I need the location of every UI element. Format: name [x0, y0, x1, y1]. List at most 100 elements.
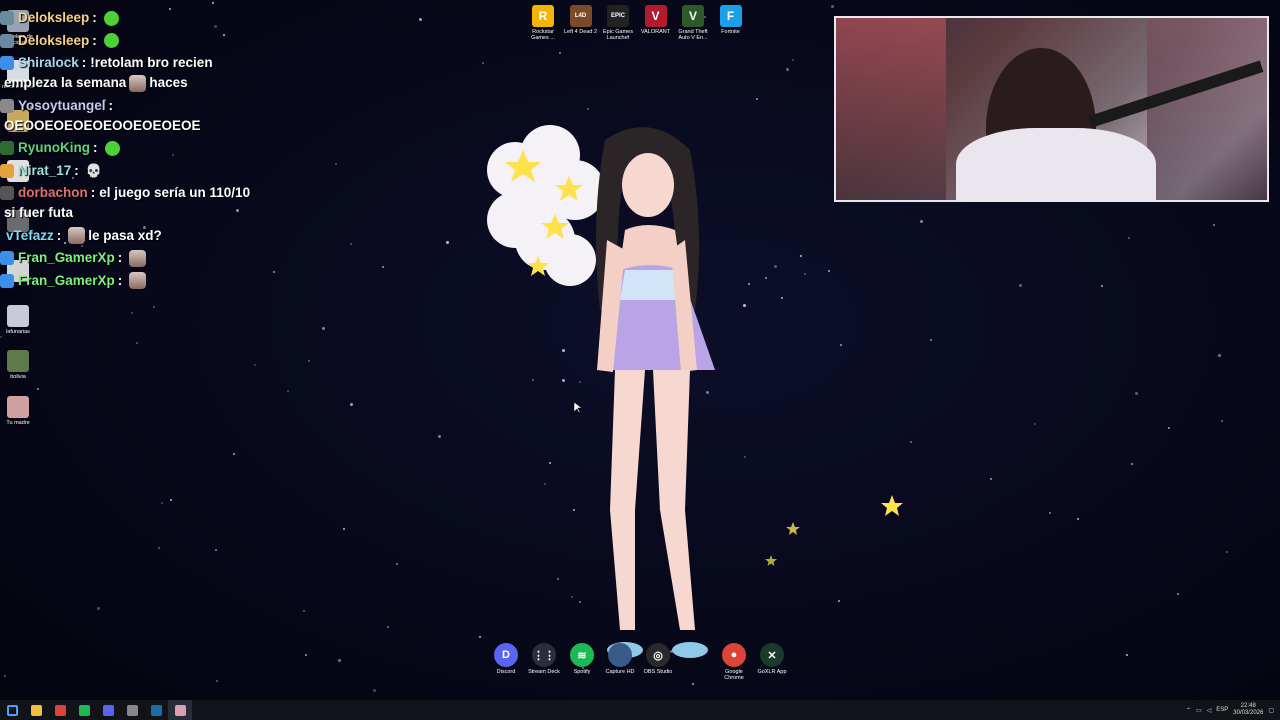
yellow-star-icon: [881, 495, 903, 516]
spotify-icon: ≋: [570, 643, 594, 667]
chat-separator: :: [81, 55, 87, 70]
webcam-feed: [834, 16, 1269, 202]
chat-separator: :: [74, 162, 79, 178]
dock-item-label: GoXLR App: [757, 669, 787, 675]
star-dot: [0, 336, 2, 338]
star-dot: [382, 266, 384, 268]
taskbar-button[interactable]: [48, 700, 72, 720]
dock-item[interactable]: ⋮⋮ Stream Deck: [526, 640, 562, 681]
star-dot: [1218, 354, 1221, 357]
desktop-icon-label: Fortnite: [721, 29, 740, 35]
dock-item[interactable]: D Discord: [488, 640, 524, 681]
taskbar-button[interactable]: [72, 700, 96, 720]
star-dot: [419, 18, 422, 21]
taskbar-button[interactable]: [168, 700, 192, 720]
anime-character-wallpaper: [487, 125, 715, 658]
chat-username: Fran_GamerXp: [18, 272, 115, 288]
dock-item[interactable]: ◎ OBS Studio: [640, 640, 676, 681]
gta-icon: V: [682, 5, 704, 27]
desktop-icon[interactable]: V VALORANT: [636, 5, 676, 35]
user-badge-icon: [0, 273, 14, 288]
star-dot: [216, 680, 218, 682]
dock-item[interactable]: ≋ Spotify: [564, 640, 600, 681]
file-icon: [7, 305, 29, 327]
valorant-icon: V: [644, 5, 667, 27]
desktop-icon[interactable]: L4D Left 4 Dead 2: [561, 5, 601, 35]
left4dead-icon: L4D: [569, 5, 592, 27]
star-dot: [158, 547, 160, 549]
desktop-icon[interactable]: R Rockstar Games ...: [523, 5, 563, 41]
desktop-icon-label: Tu madre: [6, 420, 30, 426]
star-dot: [828, 270, 830, 272]
chat-username: RyunoKing: [18, 140, 90, 155]
star-dot: [97, 607, 100, 610]
yellow-star-icon: [786, 522, 800, 535]
chat-message: dorbachon: el juego sería un 110/10 si fue…: [0, 183, 260, 223]
chat-message: Fran_GamerXp:: [0, 248, 260, 268]
star-dot: [438, 435, 441, 438]
image-icon: [7, 396, 29, 418]
dock-item[interactable]: ● Google Chrome: [716, 640, 752, 681]
taskbar: ⌃ ▭ ◁ ESP 22:48 30/03/2026 ▢: [0, 700, 1280, 720]
desktop-icon[interactable]: F Fortnite: [711, 5, 751, 35]
capture-icon: [608, 643, 632, 667]
taskbar-button[interactable]: [120, 700, 144, 720]
taskbar-button[interactable]: [0, 700, 24, 720]
chat-separator: :: [90, 185, 96, 200]
desktop-icon[interactable]: Tu madre: [0, 396, 38, 426]
dock-spacer: [684, 643, 708, 667]
star-dot: [4, 675, 6, 677]
star-dot: [930, 339, 932, 341]
green-emote-icon: [103, 33, 119, 48]
star-dot: [131, 312, 133, 314]
network-icon[interactable]: ▭: [1196, 707, 1202, 714]
taskbar-button[interactable]: [24, 700, 48, 720]
star-dot: [254, 364, 256, 366]
chat-message: Nirat_17: 💀: [0, 161, 260, 181]
star-dot: [920, 220, 923, 223]
star-dot: [781, 297, 783, 299]
language-indicator[interactable]: ESP: [1216, 707, 1228, 713]
star-dot: [1049, 512, 1051, 514]
notification-icon[interactable]: ▢: [1268, 707, 1274, 714]
yellow-star-icon: [765, 555, 777, 566]
star-dot: [840, 344, 842, 346]
chat-username: Deloksleep: [18, 10, 90, 25]
star-dot: [990, 478, 992, 480]
desktop-icon-label: lafunarias: [6, 329, 30, 335]
dock-item[interactable]: Capture HD: [602, 640, 638, 681]
taskbar-button[interactable]: [96, 700, 120, 720]
taskbar-button[interactable]: [144, 700, 168, 720]
star-dot: [136, 342, 138, 344]
chat-username: dorbachon: [18, 185, 88, 200]
chat-username: Nirat_17: [18, 162, 72, 178]
chevron-up-icon[interactable]: ⌃: [1186, 707, 1191, 714]
epic-games-icon: EPIC: [607, 5, 629, 27]
chat-message: vTefazz: le pasa xd?: [0, 226, 260, 246]
desktop-icon[interactable]: V Grand Theft Auto V En...: [673, 5, 713, 41]
clock[interactable]: 22:48 30/03/2026: [1233, 703, 1263, 717]
desktop-icon[interactable]: EPIC Epic Games Launcher: [598, 5, 638, 41]
stream-chat: Deloksleep: Deloksleep: Shiralock: !retolam…: [0, 8, 260, 293]
user-badge-icon: [0, 11, 14, 25]
desktop-icon[interactable]: bolivia: [0, 350, 38, 380]
volume-icon[interactable]: ◁: [1207, 707, 1212, 714]
green-emote-icon: [104, 140, 120, 156]
discord-icon: D: [494, 643, 518, 667]
star-dot: [1019, 284, 1022, 287]
clock-time: 22:48: [1240, 703, 1256, 709]
skull-emote-icon: 💀: [85, 162, 102, 178]
star-dot: [287, 390, 289, 392]
dock-item[interactable]: ✕ GoXLR App: [754, 640, 790, 681]
green-emote-icon: [103, 10, 119, 26]
desktop-icon-label: Epic Games Launcher: [603, 29, 633, 41]
star-dot: [482, 62, 484, 64]
chat-message: RyunoKing:: [0, 138, 260, 158]
user-badge-icon: [0, 141, 14, 155]
star-dot: [756, 98, 758, 100]
desktop-icon[interactable]: lafunarias: [0, 305, 38, 335]
chat-username: vTefazz: [6, 227, 54, 243]
mouse-cursor-icon: [574, 402, 582, 414]
star-dot: [1135, 392, 1138, 395]
star-dot: [170, 499, 172, 501]
